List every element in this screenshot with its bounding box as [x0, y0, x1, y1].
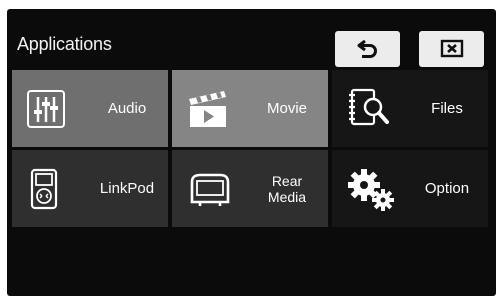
tile-movie[interactable]: Movie	[172, 70, 328, 147]
media-player-icon	[26, 168, 62, 210]
clapperboard-icon	[186, 89, 230, 129]
back-arrow-icon	[357, 39, 377, 58]
gears-icon	[346, 167, 396, 211]
tile-label-files: Files	[431, 100, 463, 117]
tile-rear-media[interactable]: Rear Media	[172, 150, 328, 227]
tile-option[interactable]: Option	[332, 150, 488, 227]
close-x-icon	[440, 39, 463, 58]
tile-label-movie: Movie	[266, 100, 307, 117]
tile-label-option: Option	[424, 180, 470, 197]
tile-label-linkpod: LinkPod	[99, 180, 155, 197]
equalizer-icon	[26, 89, 66, 129]
back-button[interactable]	[335, 31, 400, 67]
tile-audio[interactable]: Audio	[12, 70, 168, 147]
close-button[interactable]	[419, 31, 484, 67]
tile-label-rear-media: Rear Media	[267, 172, 307, 205]
applications-screen: Applications Audio Movie Files LinkPod R…	[7, 9, 496, 296]
tile-label-audio: Audio	[107, 100, 147, 117]
tile-linkpod[interactable]: LinkPod	[12, 150, 168, 227]
page-title: Applications	[17, 34, 112, 54]
file-search-icon	[346, 87, 390, 131]
tile-files[interactable]: Files	[332, 70, 488, 147]
headrest-screen-icon	[186, 172, 234, 206]
